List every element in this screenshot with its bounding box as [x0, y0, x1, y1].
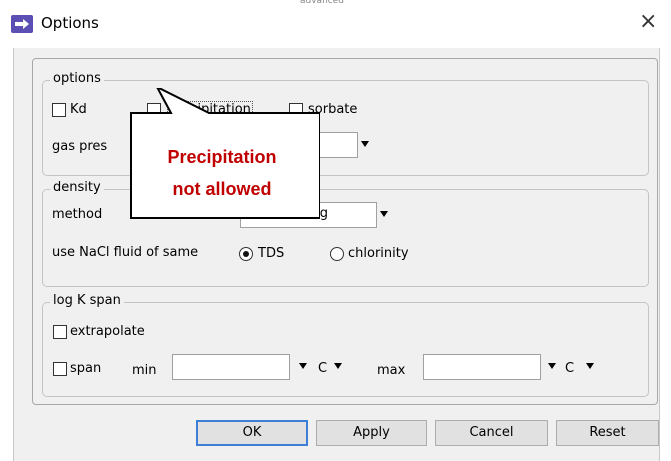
title-bar: advanced Options ×: [0, 0, 671, 48]
logk-group: log K span extrapolate span min C max C: [42, 293, 649, 397]
span-checkbox[interactable]: [53, 362, 67, 376]
chevron-down-icon[interactable]: [380, 211, 388, 217]
max-label: max: [377, 363, 406, 378]
cancel-button[interactable]: Cancel: [435, 420, 548, 446]
callout-annotation: Precipitation not allowed: [124, 88, 320, 220]
dialog-body: options Kd precipitation sorbate gas pre…: [13, 48, 660, 461]
chevron-down-icon[interactable]: [586, 363, 594, 369]
min-unit-label[interactable]: C: [318, 361, 327, 376]
gas-pressure-label: gas pres: [52, 139, 108, 154]
min-label: min: [132, 363, 157, 378]
density-legend: density: [50, 180, 104, 195]
callout-line-2: not allowed: [172, 179, 272, 199]
extrapolate-label[interactable]: extrapolate: [70, 324, 145, 339]
chlorinity-label[interactable]: chlorinity: [348, 246, 409, 261]
tds-radio[interactable]: [239, 247, 253, 261]
ok-button[interactable]: OK: [196, 420, 308, 446]
chevron-down-icon[interactable]: [548, 363, 556, 369]
close-icon[interactable]: ×: [639, 9, 657, 34]
arrow-right-icon: [11, 15, 33, 33]
chlorinity-radio[interactable]: [330, 247, 344, 261]
chevron-down-icon[interactable]: [299, 363, 307, 369]
kd-checkbox[interactable]: [52, 103, 66, 117]
nacl-label: use NaCl fluid of same: [52, 245, 199, 260]
min-input[interactable]: [172, 354, 290, 380]
logk-legend: log K span: [50, 293, 124, 308]
background-window-text: advanced: [300, 0, 390, 3]
callout-line-1: Precipitation: [167, 147, 277, 167]
max-unit-label[interactable]: C: [565, 361, 574, 376]
span-label[interactable]: span: [70, 361, 101, 376]
apply-button[interactable]: Apply: [316, 420, 427, 446]
chevron-down-icon[interactable]: [361, 141, 369, 147]
window-title: Options: [41, 14, 99, 32]
extrapolate-checkbox[interactable]: [53, 325, 67, 339]
options-legend: options: [50, 71, 104, 86]
kd-label[interactable]: Kd: [70, 102, 87, 117]
method-label: method: [52, 207, 103, 222]
reset-button[interactable]: Reset: [556, 420, 659, 446]
chevron-down-icon[interactable]: [334, 363, 342, 369]
max-input[interactable]: [423, 354, 541, 380]
tds-label[interactable]: TDS: [258, 246, 284, 261]
